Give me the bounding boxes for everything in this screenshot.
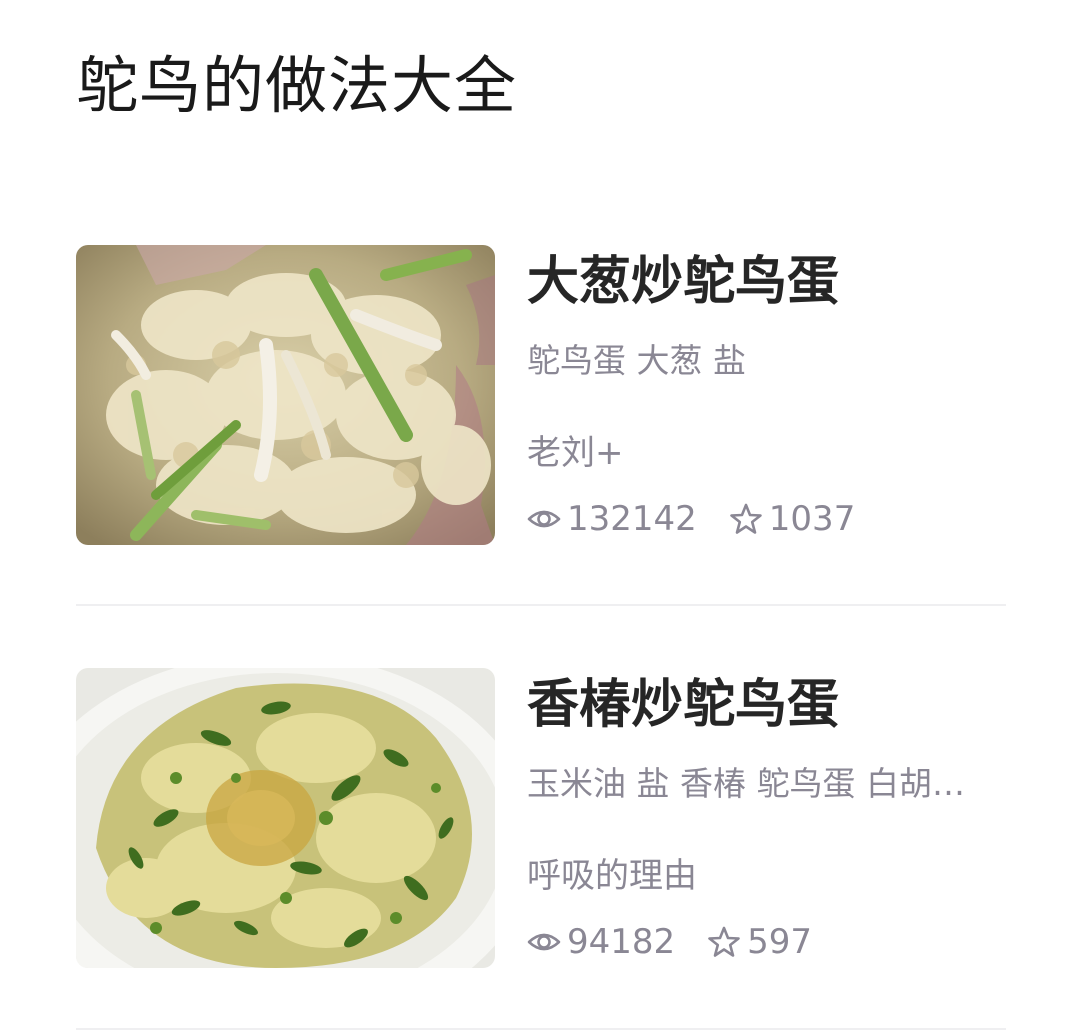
views-count: 94182 [567, 922, 676, 962]
recipe-stats: 94182 597 [527, 920, 812, 964]
recipe-thumbnail[interactable] [76, 668, 495, 968]
eye-icon [527, 510, 561, 528]
favorites-count: 1037 [768, 499, 856, 539]
favorites-count: 597 [747, 922, 813, 962]
views-stat: 94182 [527, 920, 675, 964]
divider [76, 604, 1006, 606]
star-outline-icon [708, 926, 740, 957]
recipe-ingredients: 玉米油 盐 香椿 鸵鸟蛋 白胡… [527, 764, 965, 803]
recipe-card[interactable]: 香椿炒鸵鸟蛋 玉米油 盐 香椿 鸵鸟蛋 白胡… 呼吸的理由 94182 597 [76, 668, 1006, 968]
star-outline-icon [729, 503, 762, 534]
recipe-author[interactable]: 呼吸的理由 [527, 854, 697, 898]
eye-icon [527, 933, 561, 951]
recipe-title[interactable]: 香椿炒鸵鸟蛋 [527, 672, 839, 738]
views-stat: 132142 [527, 497, 697, 541]
divider [76, 1028, 1006, 1030]
favorites-stat: 597 [707, 920, 812, 964]
recipe-stats: 132142 1037 [527, 497, 855, 541]
recipe-author[interactable]: 老刘+ [527, 431, 624, 475]
views-count: 132142 [567, 499, 697, 539]
recipe-thumbnail[interactable] [76, 245, 495, 545]
favorites-stat: 1037 [729, 497, 856, 541]
recipe-card[interactable]: 大葱炒鸵鸟蛋 鸵鸟蛋 大葱 盐 老刘+ 132142 1037 [76, 245, 1006, 545]
page-title: 鸵鸟的做法大全 [76, 49, 518, 122]
recipe-title[interactable]: 大葱炒鸵鸟蛋 [527, 249, 839, 315]
recipe-ingredients: 鸵鸟蛋 大葱 盐 [527, 341, 746, 380]
